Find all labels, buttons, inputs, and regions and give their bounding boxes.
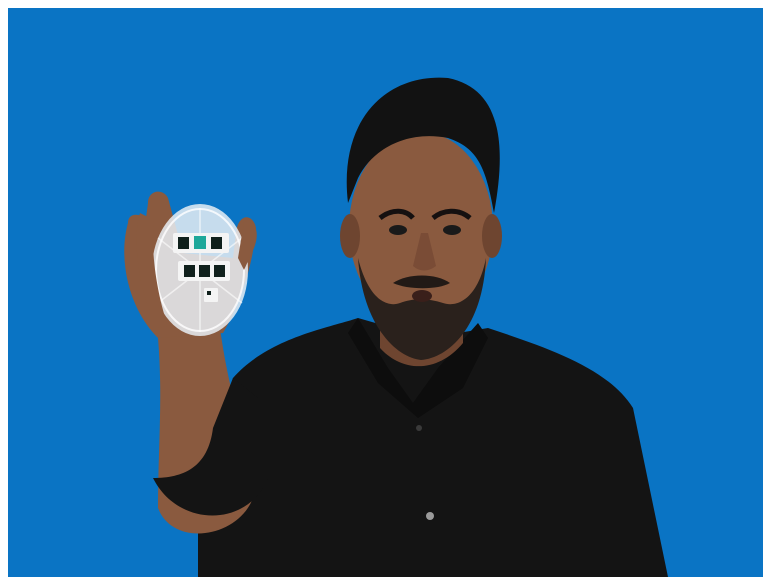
petri-dish xyxy=(152,204,248,336)
video-frame xyxy=(0,0,769,581)
scene-illustration xyxy=(8,8,763,577)
shirt-button xyxy=(426,512,434,520)
left-eye xyxy=(389,225,407,235)
sample-chip xyxy=(199,265,210,277)
video-scene xyxy=(8,8,763,577)
mouth xyxy=(412,290,432,302)
left-ear xyxy=(340,214,360,258)
sample-chip xyxy=(211,237,222,249)
sample-chip xyxy=(184,265,195,277)
shirt-button xyxy=(416,425,422,431)
sample-chip xyxy=(178,237,189,249)
right-eye xyxy=(443,225,461,235)
sample-chip xyxy=(194,236,206,249)
right-ear xyxy=(482,214,502,258)
sample-chip xyxy=(207,291,211,295)
sample-chip xyxy=(214,265,225,277)
